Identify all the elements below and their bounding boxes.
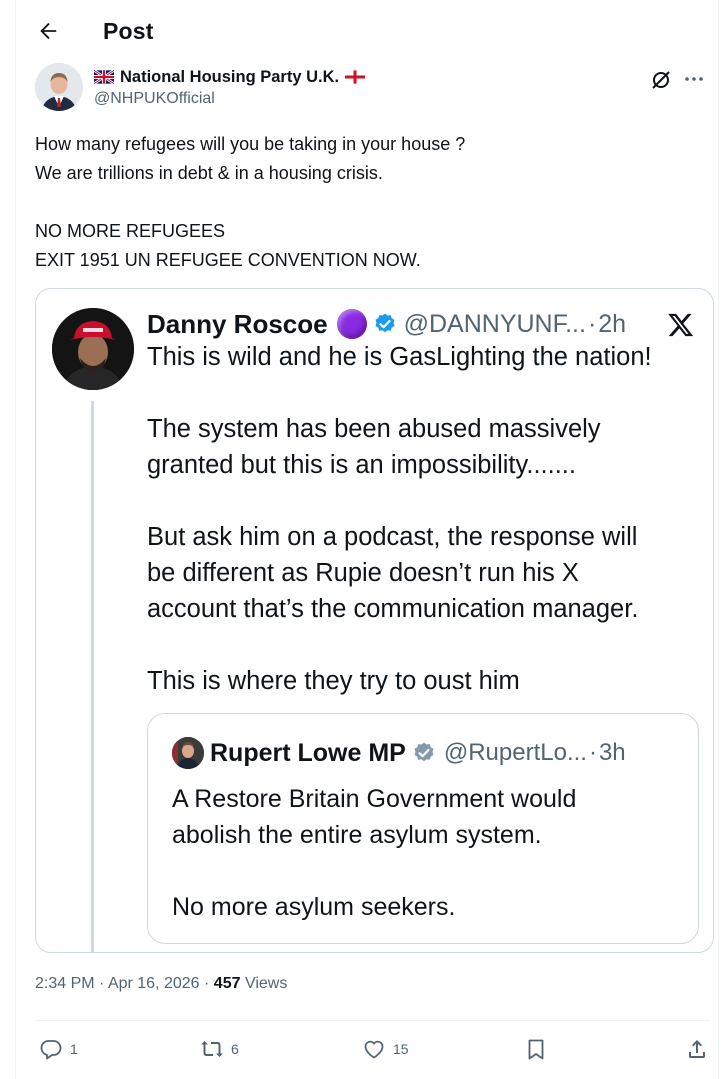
quoted-text-line: This is wild and he is GasLighting the n… xyxy=(147,343,652,371)
inner-author-handle: @RupertLo... xyxy=(443,739,587,766)
repost-icon xyxy=(201,1041,223,1057)
post-text-line xyxy=(35,188,695,217)
thread-connector-line xyxy=(91,401,94,952)
post-author: National Housing Party U.K. @NHPUKOffici… xyxy=(35,63,710,115)
quoted-text-line: account that’s the communication manager… xyxy=(147,595,639,623)
author-name: National Housing Party U.K. xyxy=(120,67,340,86)
quoted-text-line xyxy=(147,483,707,519)
post-date[interactable]: Apr 16, 2026 xyxy=(108,975,200,992)
share-icon xyxy=(689,1040,705,1058)
inner-text-line xyxy=(172,853,692,889)
inner-author-avatar xyxy=(172,737,204,769)
views-label: Views xyxy=(244,975,288,992)
grok-icon xyxy=(652,71,670,89)
bookmark-button[interactable] xyxy=(524,1035,548,1063)
inner-post-time: 3h xyxy=(598,739,626,766)
inner-text-line: abolish the entire asylum system. xyxy=(172,821,542,849)
author-handle[interactable]: @NHPUKOfficial xyxy=(94,90,365,108)
inner-author-name: Rupert Lowe MP xyxy=(210,738,406,767)
share-button[interactable] xyxy=(685,1035,709,1063)
quoted-author-name: Danny Roscoe xyxy=(147,308,328,339)
inner-post-text: A Restore Britain Government would aboli… xyxy=(172,781,692,925)
arrow-left-icon xyxy=(40,22,57,40)
left-border xyxy=(15,0,16,1079)
quoted-post-time: 2h xyxy=(598,309,627,338)
more-horizontal-icon xyxy=(685,77,703,81)
purple-circle-emoji xyxy=(336,309,367,339)
post-text-line: How many refugees will you be taking in … xyxy=(35,134,466,154)
post-text: How many refugees will you be taking in … xyxy=(35,130,695,275)
page-title: Post xyxy=(103,17,154,44)
repost-count: 6 xyxy=(231,1041,239,1057)
author-avatar[interactable] xyxy=(35,63,83,111)
uk-flag-icon xyxy=(94,70,114,84)
verified-badge-icon xyxy=(375,313,395,333)
separator-dot: · xyxy=(587,309,597,338)
heart-icon xyxy=(364,1040,384,1059)
author-name-line[interactable]: National Housing Party U.K. xyxy=(94,66,366,88)
quoted-text-line: be different as Rupie doesn’t run his X xyxy=(147,559,579,587)
page-header: Post xyxy=(36,16,154,46)
separator-dot: · xyxy=(588,739,597,766)
quoted-post-text: This is wild and he is GasLighting the n… xyxy=(147,339,707,699)
post-text-line: EXIT 1951 UN REFUGEE CONVENTION NOW. xyxy=(35,250,421,270)
quoted-post-header: Danny Roscoe @DANNYUNF... · 2h xyxy=(147,307,626,341)
grok-button[interactable] xyxy=(649,68,673,92)
bookmark-icon xyxy=(528,1039,544,1060)
post-text-line: We are trillions in debt & in a housing … xyxy=(35,163,383,183)
reply-icon xyxy=(40,1040,62,1060)
inner-text-line: A Restore Britain Government would xyxy=(172,785,577,813)
reply-button[interactable]: 1 xyxy=(39,1035,78,1063)
divider xyxy=(35,1020,710,1021)
quoted-author-avatar xyxy=(52,308,134,390)
separator-dot: · xyxy=(204,975,210,992)
quoted-text-line: The system has been abused massively xyxy=(147,415,601,443)
back-button[interactable] xyxy=(36,19,60,43)
england-flag-icon xyxy=(345,70,366,84)
quoted-text-line xyxy=(147,375,707,411)
like-button[interactable]: 15 xyxy=(362,1035,409,1063)
quoted-post-card[interactable]: Danny Roscoe @DANNYUNF... · 2h This is w… xyxy=(35,288,714,953)
inner-quoted-post[interactable]: Rupert Lowe MP @RupertLo... · 3h A Resto… xyxy=(147,713,699,944)
views-count: 457 xyxy=(213,975,241,992)
quoted-author-handle: @DANNYUNF... xyxy=(403,309,586,338)
separator-dot: · xyxy=(99,975,105,992)
quoted-text-line: granted but this is an impossibility....… xyxy=(147,451,576,479)
repost-button[interactable]: 6 xyxy=(200,1035,239,1063)
post-time[interactable]: 2:34 PM xyxy=(35,975,95,992)
right-border xyxy=(718,0,719,1079)
verified-badge-grey-icon xyxy=(414,742,434,762)
quoted-text-line: But ask him on a podcast, the response w… xyxy=(147,523,638,551)
quoted-text-line: This is where they try to oust him xyxy=(147,667,520,695)
quoted-text-line xyxy=(147,627,707,663)
like-count: 15 xyxy=(393,1041,409,1057)
action-bar: 1 6 15 xyxy=(35,1035,711,1065)
x-logo-icon xyxy=(668,313,694,337)
more-button[interactable] xyxy=(682,67,706,91)
post-metadata: 2:34 PM · Apr 16, 2026 · 457 Views xyxy=(35,975,287,993)
author-info: National Housing Party U.K. @NHPUKOffici… xyxy=(94,66,366,108)
reply-count: 1 xyxy=(70,1041,78,1057)
inner-post-header: Rupert Lowe MP @RupertLo... · 3h xyxy=(210,738,626,768)
post-text-line: NO MORE REFUGEES xyxy=(35,221,226,241)
inner-text-line: No more asylum seekers. xyxy=(172,893,456,921)
